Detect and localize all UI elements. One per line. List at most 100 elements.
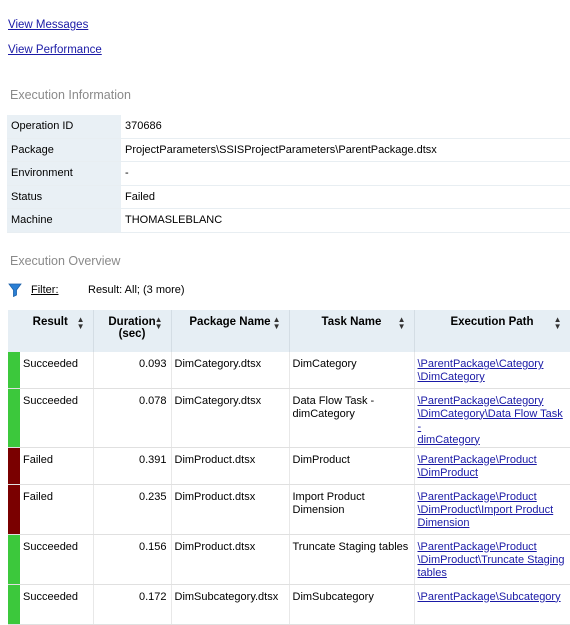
execution-path-cell: \ParentPackage\Product \DimProduct bbox=[414, 447, 570, 485]
task-name-cell: DimProduct bbox=[289, 447, 415, 485]
result-cell: Failed bbox=[20, 484, 94, 535]
execution-path-cell: \ParentPackage\Subcategory bbox=[414, 584, 570, 625]
execution-path-link[interactable]: \ParentPackage\Product \DimProduct bbox=[418, 454, 537, 479]
info-key: Operation ID bbox=[7, 115, 121, 139]
table-row[interactable]: Succeeded 0.156 DimProduct.dtsx Truncate St… bbox=[8, 534, 570, 585]
execution-path-segment: dimCategory bbox=[417, 433, 480, 446]
package-name-cell: DimCategory.dtsx bbox=[171, 388, 290, 448]
execution-path-link[interactable]: \ParentPackage\Product \DimProduct\Import… bbox=[418, 491, 554, 529]
execution-path-link[interactable]: \ParentPackage\Category \DimCategory bbox=[418, 358, 544, 383]
duration-cell: 0.172 bbox=[93, 584, 172, 625]
task-name-cell: Data Flow Task - dimCategory bbox=[289, 388, 415, 448]
info-key: Machine bbox=[7, 208, 121, 233]
duration-cell: 0.391 bbox=[93, 447, 172, 485]
column-header-task-name[interactable]: Task Name ▲ ▼ bbox=[289, 310, 415, 352]
execution-information-table: Operation ID 370686 Package ProjectParamete… bbox=[7, 115, 570, 233]
execution-information-title: Execution Information bbox=[10, 88, 131, 102]
execution-path-segment: \DimProduct\Truncate Staging bbox=[417, 553, 565, 566]
package-name-cell: DimSubcategory.dtsx bbox=[171, 584, 290, 625]
filter-icon[interactable] bbox=[8, 283, 22, 300]
info-row: Machine THOMASLEBLANC bbox=[7, 208, 570, 233]
info-value: Failed bbox=[121, 185, 570, 209]
sort-arrows-icon: ▲ ▼ bbox=[272, 315, 281, 331]
status-indicator bbox=[8, 447, 20, 485]
view-messages-link[interactable]: View Messages bbox=[8, 19, 88, 31]
execution-path-cell: \ParentPackage\Category \DimCategory bbox=[414, 352, 570, 389]
info-key: Package bbox=[7, 138, 121, 162]
sort-arrows-icon: ▲ ▼ bbox=[76, 315, 85, 331]
filter-summary: Result: All; (3 more) bbox=[88, 284, 185, 296]
execution-path-segment: Dimension bbox=[417, 516, 470, 529]
result-cell: Succeeded bbox=[20, 352, 94, 389]
execution-path-segment: tables bbox=[417, 566, 447, 579]
package-name-cell: DimCategory.dtsx bbox=[171, 352, 290, 389]
sort-arrows-icon: ▲ ▼ bbox=[553, 315, 562, 331]
package-name-cell: DimProduct.dtsx bbox=[171, 447, 290, 485]
execution-path-segment: \ParentPackage\Category bbox=[417, 394, 544, 407]
column-header-package-label: Package Name bbox=[189, 316, 271, 328]
info-value: ProjectParameters\SSISProjectParameters\… bbox=[121, 138, 570, 162]
execution-path-cell: \ParentPackage\Category \DimCategory\Data… bbox=[414, 388, 570, 448]
execution-path-segment: \DimProduct bbox=[417, 466, 479, 479]
info-value: THOMASLEBLANC bbox=[121, 208, 570, 233]
column-header-duration[interactable]: Duration (sec) ▲ ▼ bbox=[93, 310, 172, 352]
column-header-duration-unit: (sec) bbox=[118, 328, 146, 340]
grid-header-row: Result ▲ ▼ Duration (sec) ▲ ▼ Package Name… bbox=[8, 310, 570, 352]
duration-cell: 0.093 bbox=[93, 352, 172, 389]
table-row[interactable]: Succeeded 0.078 DimCategory.dtsx Data Flow … bbox=[8, 388, 570, 448]
column-header-result[interactable]: Result ▲ ▼ bbox=[8, 310, 94, 352]
status-indicator bbox=[8, 388, 20, 448]
info-value: 370686 bbox=[121, 115, 570, 139]
execution-path-segment: \ParentPackage\Product bbox=[417, 490, 537, 503]
execution-path-cell: \ParentPackage\Product \DimProduct\Trunca… bbox=[414, 534, 570, 585]
status-indicator bbox=[8, 484, 20, 535]
execution-overview-title: Execution Overview bbox=[10, 254, 121, 268]
sort-arrows-icon: ▲ ▼ bbox=[154, 315, 163, 331]
result-cell: Succeeded bbox=[20, 584, 94, 625]
info-key: Status bbox=[7, 185, 121, 209]
execution-overview-grid: Result ▲ ▼ Duration (sec) ▲ ▼ Package Name… bbox=[8, 310, 570, 625]
execution-path-link[interactable]: \ParentPackage\Product \DimProduct\Trunca… bbox=[418, 541, 565, 579]
info-key: Environment bbox=[7, 161, 121, 186]
column-header-path-label: Execution Path bbox=[450, 316, 534, 328]
table-row[interactable]: Failed 0.391 DimProduct.dtsx DimProduct \Par… bbox=[8, 447, 570, 485]
execution-path-segment: \DimCategory\Data Flow Task - bbox=[417, 407, 563, 433]
column-header-result-label: Result bbox=[32, 316, 68, 328]
result-cell: Succeeded bbox=[20, 388, 94, 448]
result-cell: Failed bbox=[20, 447, 94, 485]
execution-path-link[interactable]: \ParentPackage\Subcategory bbox=[418, 591, 561, 603]
execution-path-cell: \ParentPackage\Product \DimProduct\Import… bbox=[414, 484, 570, 535]
info-row: Package ProjectParameters\SSISProjectPara… bbox=[7, 138, 570, 162]
view-performance-link[interactable]: View Performance bbox=[8, 44, 102, 56]
info-row: Environment - bbox=[7, 161, 570, 186]
column-header-execution-path[interactable]: Execution Path ▲ ▼ bbox=[414, 310, 570, 352]
execution-path-link[interactable]: \ParentPackage\Category \DimCategory\Data… bbox=[418, 395, 563, 446]
sort-arrows-icon: ▲ ▼ bbox=[397, 315, 406, 331]
execution-path-segment: \DimProduct\Import Product bbox=[417, 503, 554, 516]
column-header-duration-label: Duration bbox=[108, 316, 156, 328]
execution-path-segment: \ParentPackage\Subcategory bbox=[417, 590, 561, 603]
column-header-task-label: Task Name bbox=[321, 316, 382, 328]
execution-path-segment: \ParentPackage\Category bbox=[417, 358, 544, 370]
status-indicator bbox=[8, 534, 20, 585]
duration-cell: 0.156 bbox=[93, 534, 172, 585]
info-row: Operation ID 370686 bbox=[7, 115, 570, 139]
status-indicator bbox=[8, 584, 20, 625]
package-name-cell: DimProduct.dtsx bbox=[171, 484, 290, 535]
column-header-package-name[interactable]: Package Name ▲ ▼ bbox=[171, 310, 290, 352]
table-row[interactable]: Succeeded 0.093 DimCategory.dtsx DimCategor… bbox=[8, 352, 570, 389]
table-row[interactable]: Failed 0.235 DimProduct.dtsx Import Product… bbox=[8, 484, 570, 535]
execution-path-segment: \DimCategory bbox=[417, 371, 485, 383]
execution-path-segment: \ParentPackage\Product bbox=[417, 540, 537, 553]
task-name-cell: DimCategory bbox=[289, 352, 415, 389]
task-name-cell: DimSubcategory bbox=[289, 584, 415, 625]
info-row: Status Failed bbox=[7, 185, 570, 209]
table-row[interactable]: Succeeded 0.172 DimSubcategory.dtsx DimSubc… bbox=[8, 584, 570, 625]
status-indicator bbox=[8, 352, 20, 389]
result-cell: Succeeded bbox=[20, 534, 94, 585]
task-name-cell: Truncate Staging tables bbox=[289, 534, 415, 585]
filter-link[interactable]: Filter: bbox=[31, 284, 59, 296]
duration-cell: 0.235 bbox=[93, 484, 172, 535]
execution-path-segment: \ParentPackage\Product bbox=[417, 453, 537, 466]
package-name-cell: DimProduct.dtsx bbox=[171, 534, 290, 585]
